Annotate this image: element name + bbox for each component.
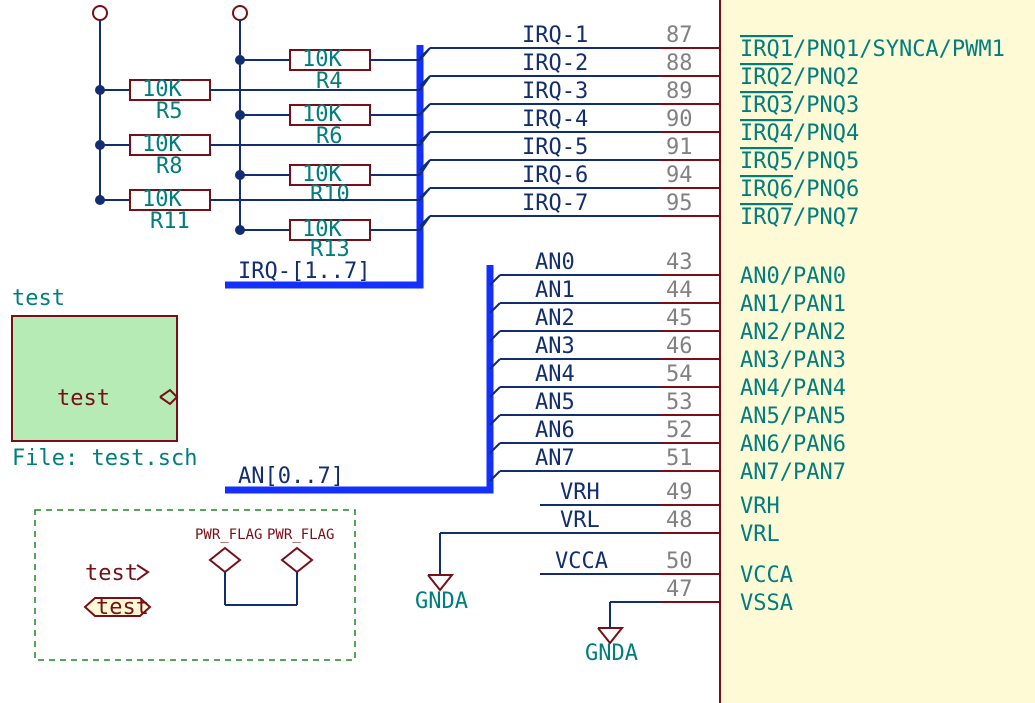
vdd-label-1: VDD — [85, 0, 125, 6]
bus-label-an: AN[0..7] — [238, 464, 344, 489]
port-bidi: test — [85, 595, 150, 620]
svg-text:IRQ3/PNQ3: IRQ3/PNQ3 — [740, 93, 859, 118]
svg-text:AN3: AN3 — [535, 334, 575, 359]
svg-text:48: 48 — [666, 508, 693, 533]
svg-text:VCCA: VCCA — [555, 549, 608, 574]
svg-text:R13: R13 — [310, 237, 350, 262]
svg-text:VRH: VRH — [740, 494, 780, 519]
svg-text:45: 45 — [666, 306, 693, 331]
svg-text:94: 94 — [666, 163, 693, 188]
svg-text:VCCA: VCCA — [740, 563, 793, 588]
svg-text:IRQ-2: IRQ-2 — [522, 51, 588, 76]
svg-text:VRH: VRH — [560, 480, 600, 505]
svg-text:test: test — [96, 595, 149, 620]
svg-text:IRQ-3: IRQ-3 — [522, 79, 588, 104]
an-net-group: AN0 43 AN0/PAN0 AN1 44 AN1/PAN1 AN2 45 A… — [490, 250, 846, 485]
schematic-canvas: VDD VDD IRQ-[1..7] IRQ-1 87 IRQ1/PNQ1/SY… — [0, 0, 1035, 703]
svg-text:47: 47 — [666, 577, 693, 602]
svg-text:87: 87 — [666, 23, 693, 48]
svg-text:AN2/PAN2: AN2/PAN2 — [740, 320, 846, 345]
hierarchical-sheet[interactable]: test test File: test.sch — [12, 286, 197, 471]
svg-text:AN0: AN0 — [535, 250, 575, 275]
svg-text:AN5: AN5 — [535, 390, 575, 415]
svg-text:AN7: AN7 — [535, 446, 575, 471]
svg-text:IRQ-6: IRQ-6 — [522, 163, 588, 188]
svg-text:IRQ-4: IRQ-4 — [522, 107, 588, 132]
svg-text:49: 49 — [666, 480, 693, 505]
svg-text:IRQ-5: IRQ-5 — [522, 135, 588, 160]
svg-text:AN4: AN4 — [535, 362, 575, 387]
svg-text:AN7/PAN7: AN7/PAN7 — [740, 460, 846, 485]
svg-text:VSSA: VSSA — [740, 591, 793, 616]
svg-text:AN5/PAN5: AN5/PAN5 — [740, 404, 846, 429]
an-bus — [225, 265, 490, 490]
svg-text:52: 52 — [666, 418, 693, 443]
svg-text:R11: R11 — [150, 209, 190, 234]
svg-text:IRQ7/PNQ7: IRQ7/PNQ7 — [740, 205, 859, 230]
svg-text:91: 91 — [666, 135, 693, 160]
svg-text:IRQ1/PNQ1/SYNCA/PWM1: IRQ1/PNQ1/SYNCA/PWM1 — [740, 37, 1005, 62]
svg-text:AN4/PAN4: AN4/PAN4 — [740, 376, 846, 401]
svg-text:IRQ-7: IRQ-7 — [522, 191, 588, 216]
gnda-label-1: GNDA — [415, 589, 468, 614]
svg-text:53: 53 — [666, 390, 693, 415]
svg-text:54: 54 — [666, 362, 693, 387]
svg-text:R8: R8 — [156, 154, 183, 179]
svg-text:46: 46 — [666, 334, 693, 359]
svg-text:R5: R5 — [156, 99, 183, 124]
svg-text:89: 89 — [666, 79, 693, 104]
svg-text:90: 90 — [666, 107, 693, 132]
dashed-demo-box: PWR_FLAG PWR_FLAG test test — [35, 510, 355, 660]
svg-text:IRQ2/PNQ2: IRQ2/PNQ2 — [740, 65, 859, 90]
svg-text:AN0/PAN0: AN0/PAN0 — [740, 264, 846, 289]
vdd-label-2: VDD — [225, 0, 265, 6]
svg-text:51: 51 — [666, 446, 693, 471]
svg-text:AN6/PAN6: AN6/PAN6 — [740, 432, 846, 457]
svg-text:AN3/PAN3: AN3/PAN3 — [740, 348, 846, 373]
svg-text:test: test — [85, 561, 138, 586]
vdd-symbol-right: VDD — [225, 0, 265, 40]
bus-label-irq: IRQ-[1..7] — [238, 259, 370, 284]
gnda-label-2: GNDA — [585, 641, 638, 666]
svg-text:88: 88 — [666, 51, 693, 76]
svg-text:43: 43 — [666, 250, 693, 275]
svg-text:AN1: AN1 — [535, 278, 575, 303]
svg-text:AN2: AN2 — [535, 306, 575, 331]
vdd-symbol-left: VDD — [85, 0, 125, 40]
svg-text:IRQ5/PNQ5: IRQ5/PNQ5 — [740, 149, 859, 174]
sheet-title: test — [12, 286, 65, 311]
svg-text:File: test.sch: File: test.sch — [12, 446, 197, 471]
svg-text:VRL: VRL — [740, 522, 780, 547]
sheet-pin-label: test — [57, 386, 110, 411]
pwrflag-label-2: PWR_FLAG — [267, 527, 334, 543]
pwrflag-label-1: PWR_FLAG — [195, 527, 262, 543]
svg-text:95: 95 — [666, 191, 693, 216]
svg-text:R10: R10 — [310, 182, 350, 207]
port-output: test — [85, 561, 148, 586]
svg-text:AN1/PAN1: AN1/PAN1 — [740, 292, 846, 317]
svg-text:44: 44 — [666, 278, 693, 303]
svg-text:IRQ6/PNQ6: IRQ6/PNQ6 — [740, 177, 859, 202]
svg-text:50: 50 — [666, 549, 693, 574]
svg-text:VRL: VRL — [560, 508, 600, 533]
svg-text:IRQ-1: IRQ-1 — [522, 23, 588, 48]
svg-text:AN6: AN6 — [535, 418, 575, 443]
svg-text:IRQ4/PNQ4: IRQ4/PNQ4 — [740, 121, 859, 146]
